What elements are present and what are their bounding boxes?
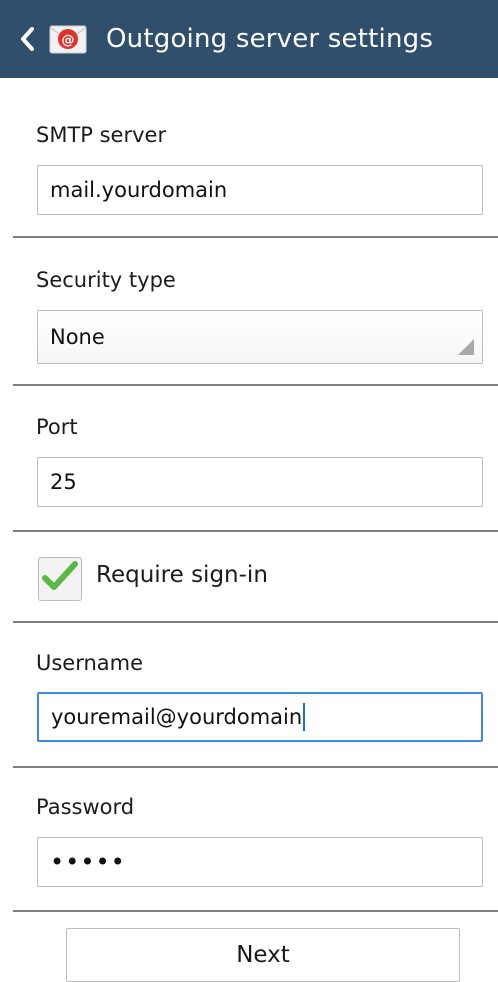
divider <box>13 530 498 532</box>
email-app-icon[interactable]: @ <box>48 19 88 59</box>
smtp-server-input[interactable]: mail.yourdomain <box>37 165 483 215</box>
next-button[interactable]: Next <box>66 928 460 982</box>
action-bar: @ Outgoing server settings <box>0 0 498 78</box>
password-input[interactable]: ••••• <box>37 837 483 887</box>
require-sign-in-label: Require sign-in <box>96 562 268 588</box>
divider <box>13 236 498 238</box>
security-type-select[interactable]: None <box>37 310 483 364</box>
port-input[interactable]: 25 <box>37 457 483 507</box>
username-value: youremail@yourdomain <box>51 705 303 729</box>
text-cursor <box>303 703 306 731</box>
divider <box>13 384 498 386</box>
security-type-value: None <box>50 325 105 349</box>
svg-text:@: @ <box>62 33 75 48</box>
port-label: Port <box>36 415 78 439</box>
divider <box>13 910 498 912</box>
divider <box>13 766 498 768</box>
password-value: ••••• <box>50 848 126 876</box>
divider <box>13 621 498 623</box>
username-input[interactable]: youremail@yourdomain <box>37 692 483 742</box>
security-type-label: Security type <box>36 268 176 292</box>
require-sign-in-row[interactable]: Require sign-in <box>0 552 498 606</box>
username-label: Username <box>36 651 144 675</box>
smtp-server-value: mail.yourdomain <box>50 178 228 202</box>
checkmark-icon <box>42 561 78 590</box>
require-sign-in-checkbox[interactable] <box>38 557 82 601</box>
password-label: Password <box>36 795 135 819</box>
smtp-server-label: SMTP server <box>36 123 167 147</box>
port-value: 25 <box>50 470 77 494</box>
dropdown-indicator-icon <box>458 339 474 355</box>
chevron-left-icon[interactable] <box>20 27 34 51</box>
page-title: Outgoing server settings <box>106 24 434 54</box>
